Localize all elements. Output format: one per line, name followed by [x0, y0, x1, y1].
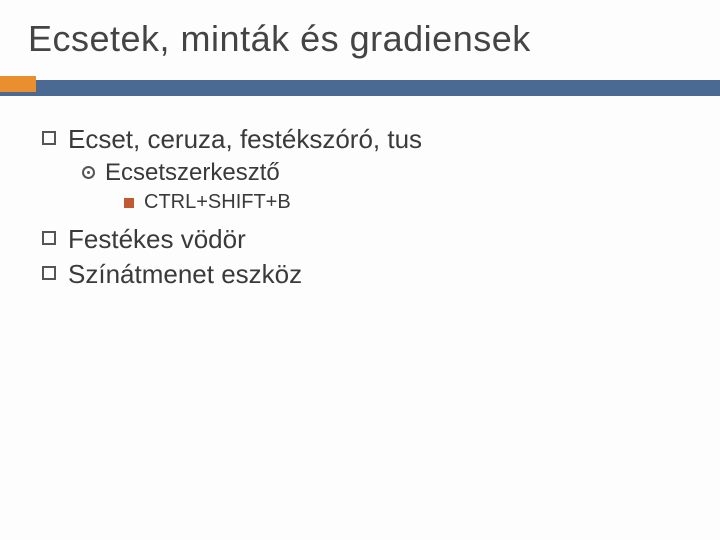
list-item-text: Színátmenet eszköz — [68, 259, 302, 290]
list-item: CTRL+SHIFT+B — [124, 191, 692, 214]
list-item: Színátmenet eszköz — [42, 259, 692, 290]
list-item-text: Festékes vödör — [68, 224, 246, 255]
list-item: Ecsetszerkesztő — [82, 159, 692, 187]
content-body: Ecset, ceruza, festékszóró, tus Ecsetsze… — [28, 124, 692, 290]
filled-square-bullet-icon — [124, 198, 134, 208]
slide: Ecsetek, minták és gradiensek Ecset, cer… — [0, 0, 720, 540]
slide-title: Ecsetek, minták és gradiensek — [28, 18, 692, 60]
divider-orange-accent — [0, 76, 36, 92]
square-bullet-icon — [42, 131, 56, 145]
divider — [28, 76, 692, 102]
circle-bullet-icon — [82, 166, 95, 179]
divider-blue-bar — [0, 80, 720, 96]
square-bullet-icon — [42, 231, 56, 245]
list-item: Festékes vödör — [42, 224, 692, 255]
list-item-text: Ecset, ceruza, festékszóró, tus — [68, 124, 422, 155]
list-item-text: CTRL+SHIFT+B — [144, 191, 291, 214]
list-item: Ecset, ceruza, festékszóró, tus — [42, 124, 692, 155]
square-bullet-icon — [42, 266, 56, 280]
list-item-text: Ecsetszerkesztő — [105, 159, 280, 187]
